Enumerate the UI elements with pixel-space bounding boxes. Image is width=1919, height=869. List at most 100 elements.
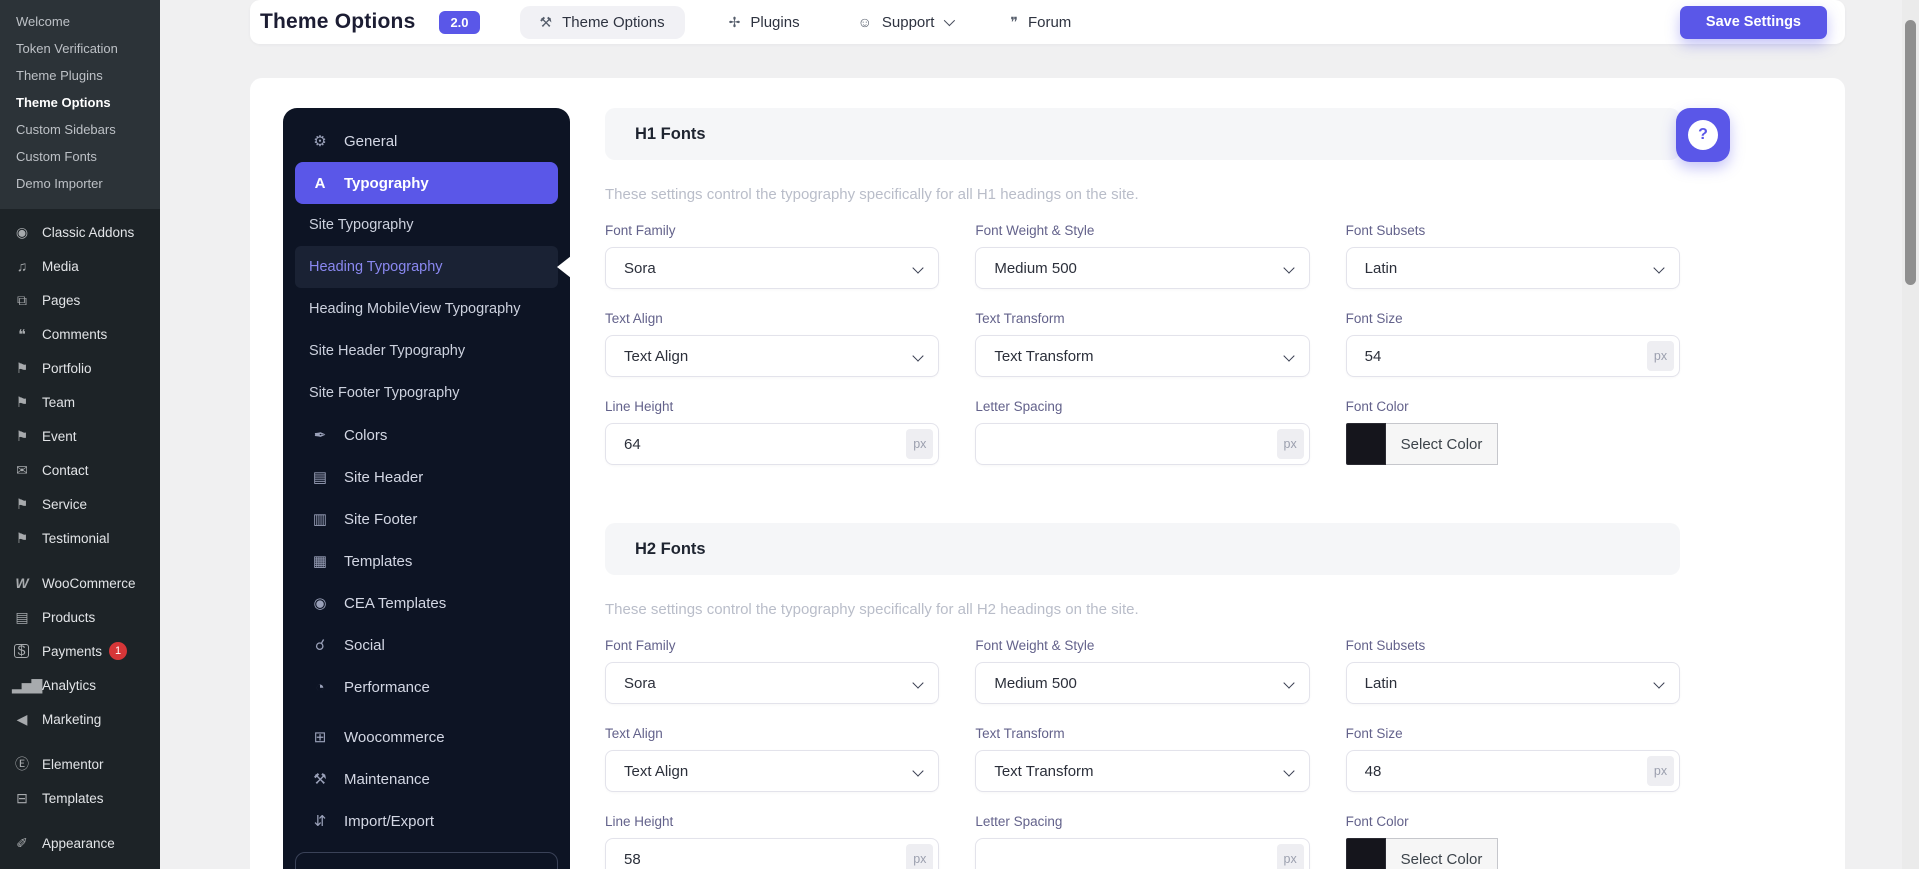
h1-text-transform-select[interactable]: Text Transform [975,335,1310,377]
save-settings-button[interactable]: Save Settings [1679,5,1827,39]
section-description: These settings control the typography sp… [605,601,1139,618]
sidebar-item-contact[interactable]: ✉ Contact [0,453,160,487]
sidebar-item-products[interactable]: ▤ Products [0,600,160,634]
sidebar-item-analytics[interactable]: ▂▅▇ Analytics [0,668,160,702]
sidebar-item-woocommerce[interactable]: W WooCommerce [0,566,160,600]
theme-nav-woocommerce[interactable]: ⊞ Woocommerce [295,716,558,758]
import-export-icon: ⇵ [313,813,327,830]
nav-label: Woocommerce [344,728,445,746]
h2-text-transform-select[interactable]: Text Transform [975,750,1310,792]
nav-support[interactable]: ☺ Support [844,6,967,39]
h2-line-height-input[interactable] [605,838,940,869]
h2-letter-spacing-input[interactable] [975,838,1310,869]
sidebar-item-comments[interactable]: ❝ Comments [0,317,160,351]
h1-text-align-select[interactable]: Text Align [605,335,940,377]
theme-nav-templates[interactable]: ▦ Templates [295,540,558,582]
theme-nav-social[interactable]: ☌ Social [295,624,558,666]
sidebar-item-custom-fonts[interactable]: Custom Fonts [0,143,160,170]
sidebar-item-service[interactable]: ⚑ Service [0,487,160,521]
menu-label: WooCommerce [42,575,136,591]
theme-nav-site-typography[interactable]: Site Typography [295,204,558,246]
menu-label: Service [42,496,88,512]
nav-label: Heading Typography [309,259,443,275]
sidebar-item-marketing[interactable]: ◀ Marketing [0,702,160,736]
h2-text-align-select[interactable]: Text Align [605,750,940,792]
nav-theme-options[interactable]: ⚒ Theme Options [519,5,685,39]
page-scrollbar-thumb[interactable] [1905,20,1916,285]
sidebar-item-theme-plugins[interactable]: Theme Plugins [0,62,160,89]
theme-nav-maintenance[interactable]: ⚒ Maintenance [295,758,558,800]
sidebar-footer-button[interactable] [295,852,558,869]
h2-select-color-button[interactable]: Select Color [1385,838,1499,869]
h1-color-swatch[interactable] [1345,423,1386,465]
sidebar-item-pages[interactable]: ⧉ Pages [0,283,160,317]
h1-font-family-select[interactable]: Sora [605,247,940,289]
menu-label: Event [42,428,77,444]
theme-nav-typography[interactable]: A Typography [295,162,558,204]
sidebar-item-plugins[interactable]: ✢Plugins [0,860,160,869]
chevron-down-icon [1282,765,1295,777]
sidebar-item-custom-sidebars[interactable]: Custom Sidebars [0,116,160,143]
page-scrollbar-track[interactable] [1902,0,1919,869]
h1-font-size-input[interactable] [1345,335,1680,377]
woocommerce-icon: W [15,575,29,591]
sidebar-item-testimonial[interactable]: ⚑ Testimonial [0,521,160,555]
h2-font-weight-select[interactable]: Medium 500 [975,662,1310,704]
question-mark-icon: ? [1688,120,1718,150]
h2-color-swatch[interactable] [1345,838,1386,869]
sidebar-item-media[interactable]: ♫ Media [0,249,160,283]
content-card: ⚙ General A Typography Site Typography H… [250,78,1845,869]
h1-fields-grid: Font Family Sora Font Weight & Style Med… [605,223,1680,487]
h2-font-family-select[interactable]: Sora [605,662,940,704]
h1-line-height-input[interactable] [605,423,940,465]
theme-nav-import-export[interactable]: ⇵ Import/Export [295,800,558,842]
page-title: Theme Options [260,10,416,33]
sidebar-item-classic-addons[interactable]: ◉ Classic Addons [0,215,160,249]
sidebar-item-event[interactable]: ⚑ Event [0,419,160,453]
sidebar-item-portfolio[interactable]: ⚑ Portfolio [0,351,160,385]
pushpin-icon: ⚑ [15,427,29,444]
theme-nav-site-header-typography[interactable]: Site Header Typography [295,330,558,372]
sidebar-item-appearance[interactable]: ✐ Appearance [0,826,160,860]
pushpin-icon: ⚑ [15,495,29,512]
theme-nav-heading-mobileview-typography[interactable]: Heading MobileView Typography [295,288,558,330]
nav-label: Colors [344,426,388,444]
field-label-font-subsets: Font Subsets [1345,638,1426,653]
chevron-down-icon [1282,677,1295,689]
sidebar-item-token-verification[interactable]: Token Verification [0,35,160,62]
help-button[interactable]: ? [1676,108,1730,162]
payments-count-badge: 1 [109,642,128,660]
cart-icon: ⊞ [313,729,327,746]
theme-nav-heading-typography[interactable]: Heading Typography [295,246,571,288]
nav-label: Social [344,636,385,654]
megaphone-icon: ◀ [16,710,28,727]
h2-font-subsets-select[interactable]: Latin [1345,662,1680,704]
h1-font-subsets-select[interactable]: Latin [1345,247,1680,289]
sidebar-item-theme-options[interactable]: Theme Options [0,89,160,116]
field-label-font-size: Font Size [1345,726,1403,741]
h1-letter-spacing-input[interactable] [975,423,1310,465]
nav-plugins[interactable]: ✢ Plugins [715,6,814,39]
theme-nav-general[interactable]: ⚙ General [295,120,558,162]
nav-forum[interactable]: ❞ Forum [996,6,1085,39]
h1-font-weight-select[interactable]: Medium 500 [975,247,1310,289]
theme-nav-performance[interactable]: ◔ Performance [295,666,558,708]
h2-section-header: H2 Fonts [605,523,1680,575]
sidebar-item-payments[interactable]: $ Payments 1 [0,634,160,668]
theme-nav-colors[interactable]: ✒ Colors [295,414,558,456]
sidebar-item-team[interactable]: ⚑ Team [0,385,160,419]
menu-label: Media [42,258,79,274]
field-label-font-size: Font Size [1345,311,1403,326]
h1-select-color-button[interactable]: Select Color [1385,423,1499,465]
menu-label: Analytics [42,677,97,693]
select-value: Medium 500 [994,259,1077,277]
sidebar-item-elementor[interactable]: Ⓔ Elementor [0,747,160,781]
theme-nav-site-header[interactable]: ▤ Site Header [295,456,558,498]
theme-nav-site-footer[interactable]: ▥ Site Footer [295,498,558,540]
sidebar-item-demo-importer[interactable]: Demo Importer [0,170,160,197]
sidebar-item-templates[interactable]: ⊟ Templates [0,781,160,815]
sidebar-item-welcome[interactable]: Welcome [0,8,160,35]
theme-nav-site-footer-typography[interactable]: Site Footer Typography [295,372,558,414]
h2-font-size-input[interactable] [1345,750,1680,792]
theme-nav-cea-templates[interactable]: ◉ CEA Templates [295,582,558,624]
